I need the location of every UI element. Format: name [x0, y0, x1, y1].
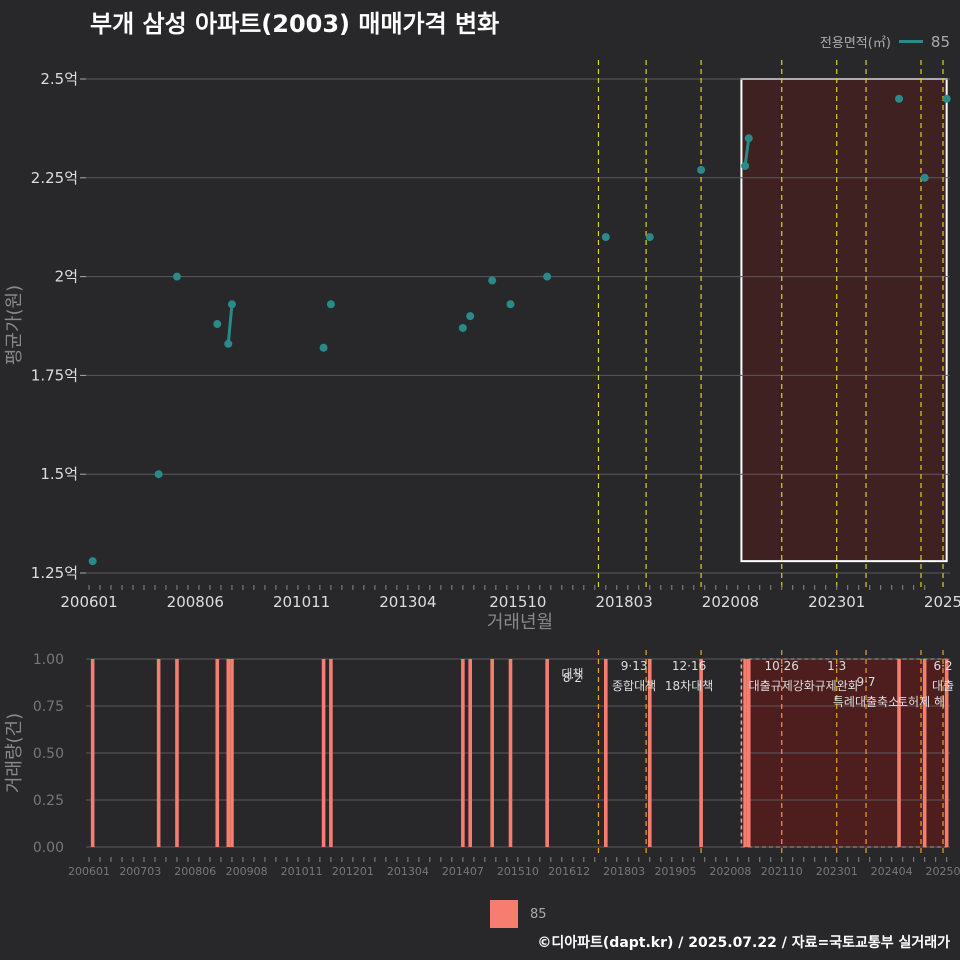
series-line-segment	[226, 304, 234, 344]
x-tick-label-top: 2025	[924, 593, 960, 611]
policy-name-label: 토허제 해	[897, 695, 945, 709]
y-axis-title-top: 평균가(원)	[4, 285, 25, 365]
x-tick-label-bottom: 202301	[816, 865, 858, 878]
data-point	[744, 134, 753, 143]
data-point	[741, 161, 750, 170]
y-axis-title-bottom: 거래량(건)	[4, 713, 25, 793]
volume-bar	[175, 659, 179, 847]
volume-bar	[743, 659, 747, 847]
x-tick-label-bottom: 201905	[654, 865, 696, 878]
y-tick-label-bottom: 0.50	[33, 746, 64, 762]
x-tick-label-top: 200806	[167, 593, 224, 611]
data-point	[319, 343, 328, 352]
chart-canvas: 1.25억 1.5억 1.75억 2억 2.25억 2.5억 200601 200806 201…	[4, 60, 960, 878]
legend-bottom: 85	[490, 900, 547, 928]
volume-bar	[468, 659, 472, 847]
y-tick-label-top: 2.25억	[31, 169, 78, 187]
x-tick-label-bottom: 201407	[442, 865, 484, 878]
policy-date-label: 9·13	[621, 659, 648, 673]
y-tick-label-bottom: 0.00	[33, 840, 64, 856]
x-tick-label-top: 201304	[379, 593, 436, 611]
data-point	[645, 233, 654, 242]
x-tick-label-bottom: 201510	[497, 865, 539, 878]
y-tick-label-bottom: 1.00	[33, 652, 64, 668]
volume-bar	[545, 659, 549, 847]
source-footer: ©디아파트(dapt.kr) / 2025.07.22 / 자료=국토교통부 실…	[537, 935, 950, 951]
policy-date-label: 9·7	[856, 675, 875, 689]
x-tick-label-top: 201510	[489, 593, 546, 611]
volume-bar	[215, 659, 220, 847]
x-tick-label-bottom: 201612	[548, 865, 590, 878]
volume-bar	[603, 659, 608, 847]
x-tick-label-top: 202008	[702, 593, 759, 611]
data-point	[543, 272, 552, 281]
policy-name-label: 규제완화	[815, 679, 859, 693]
y-tick-label-top: 1.25억	[31, 564, 78, 582]
x-tick-label-bottom: 200908	[226, 865, 268, 878]
volume-bar	[490, 659, 494, 847]
legend-bar-value: 85	[530, 906, 547, 922]
x-tick-label-bottom: 200703	[119, 865, 161, 878]
data-point	[326, 300, 335, 309]
y-tick-label-bottom: 0.25	[33, 793, 64, 809]
volume-bar	[156, 659, 161, 847]
x-tick-label-bottom: 201304	[387, 865, 429, 878]
policy-date-label: 10·26	[765, 659, 799, 673]
highlight-box	[740, 78, 948, 563]
x-tick-label-top: 202301	[808, 593, 865, 611]
x-tick-label-bottom: 201803	[603, 865, 645, 878]
data-point	[224, 339, 233, 348]
data-point	[920, 173, 929, 182]
x-tick-label-bottom: 201201	[332, 865, 374, 878]
policy-name-label: 대출	[932, 679, 954, 693]
data-point	[213, 320, 222, 329]
y-tick-label-top: 1.75억	[31, 366, 78, 384]
data-point	[88, 557, 97, 566]
volume-bar	[897, 659, 901, 847]
volume-bar	[461, 659, 465, 847]
x-tick-label-bottom: 202008	[709, 865, 751, 878]
policy-date-label: 6·2	[933, 659, 952, 673]
policy-name-label: 18차대책	[665, 678, 713, 693]
volume-bar	[90, 659, 95, 847]
policy-name-label: 대책	[561, 666, 583, 681]
legend-bar-swatch	[490, 900, 518, 928]
policy-name-label: 특례대출축소	[833, 695, 899, 709]
y-tick-label-top: 2억	[55, 268, 78, 286]
x-tick-label-bottom: 201011	[281, 865, 323, 878]
data-point	[227, 300, 236, 309]
data-point	[488, 276, 497, 285]
x-tick-label-top: 201011	[273, 593, 330, 611]
data-point	[942, 94, 951, 103]
x-tick-label-top: 200601	[60, 593, 117, 611]
y-tick-label-top: 1.5억	[40, 465, 78, 483]
volume-bar	[922, 659, 927, 847]
policy-date-label: 1·3	[827, 659, 846, 673]
data-point	[458, 323, 467, 332]
x-tick-label-top: 201803	[595, 593, 652, 611]
x-tick-label-bottom: 202110	[761, 865, 803, 878]
volume-bar	[321, 659, 326, 847]
data-point	[697, 165, 706, 174]
x-tick-label-bottom: 20250	[926, 865, 960, 878]
policy-name-label: 대출규제강화	[749, 679, 815, 693]
volume-bar	[230, 659, 234, 847]
data-point	[895, 94, 904, 103]
volume-bar	[329, 659, 333, 847]
volume-bar	[226, 659, 231, 847]
volume-bar	[508, 659, 513, 847]
data-point	[466, 312, 475, 321]
y-tick-label-bottom: 0.75	[33, 699, 64, 715]
x-axis-title-top: 거래년월	[487, 612, 553, 633]
x-tick-label-bottom: 200806	[174, 865, 216, 878]
data-point	[154, 470, 163, 479]
x-tick-label-bottom: 202404	[871, 865, 913, 878]
x-tick-label-bottom: 200601	[68, 865, 110, 878]
data-point	[506, 300, 515, 309]
data-point	[601, 233, 610, 242]
data-point	[172, 272, 181, 281]
y-tick-label-top: 2.5억	[40, 70, 78, 88]
policy-name-label: 종합대책	[612, 678, 656, 693]
policy-date-label: 12·16	[672, 659, 706, 673]
